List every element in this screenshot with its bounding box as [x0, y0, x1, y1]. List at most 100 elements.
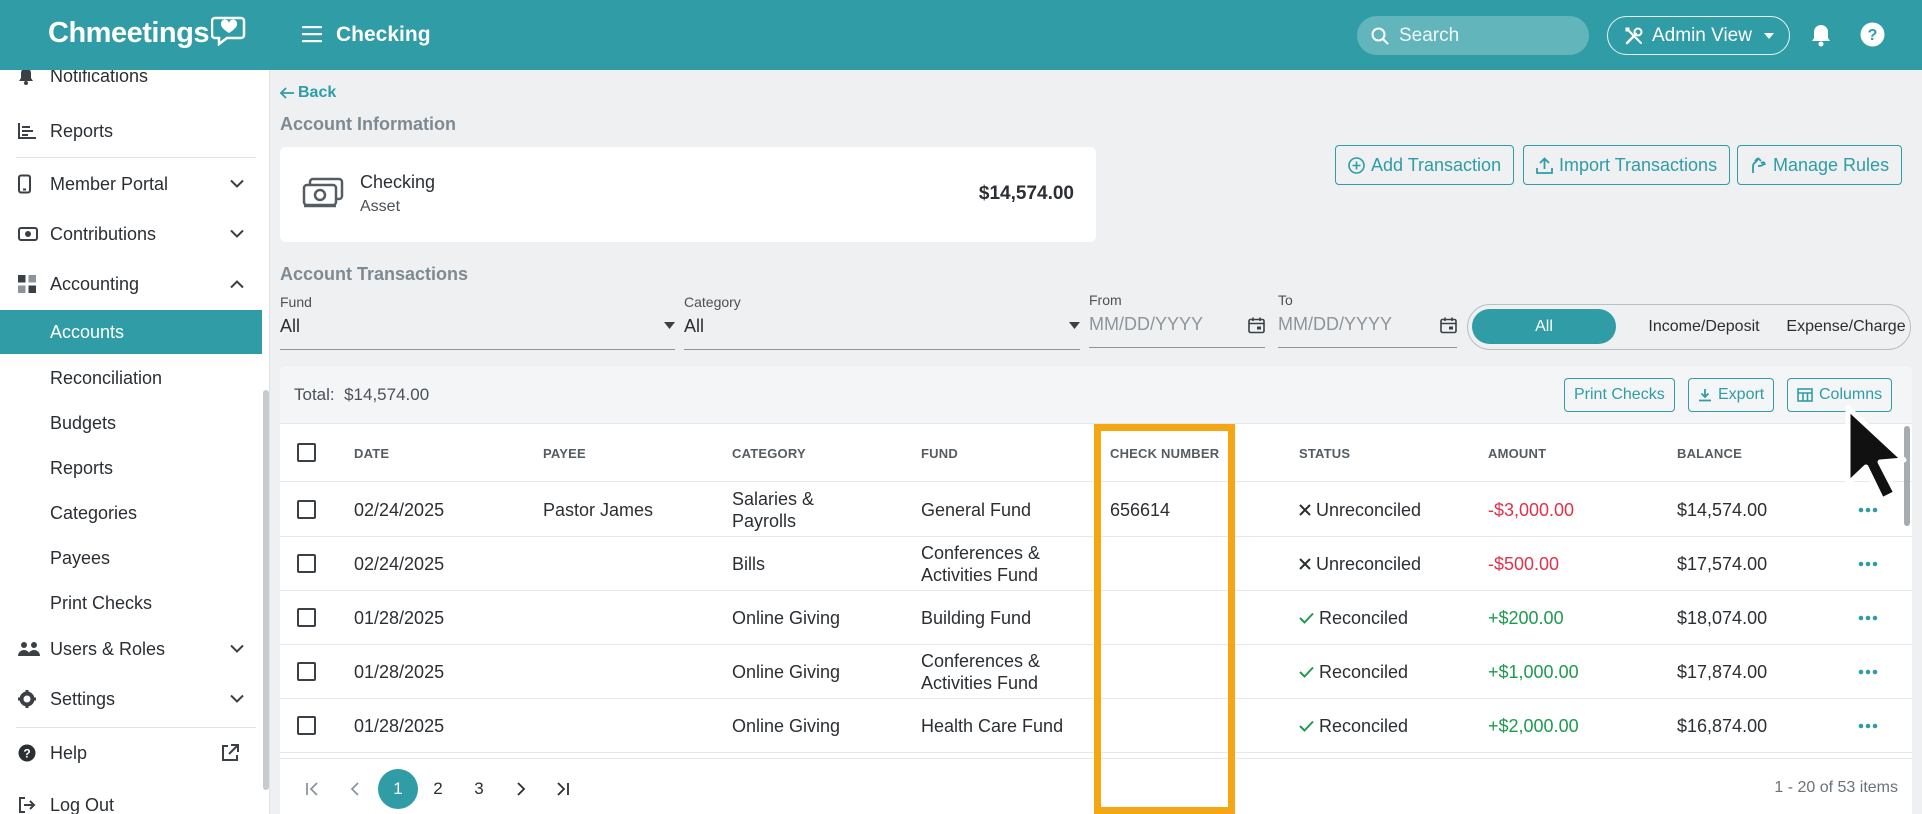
sidebar-item-label: Log Out — [50, 794, 115, 814]
sidebar-item-contributions[interactable]: Contributions — [0, 212, 262, 256]
sidebar-item-label: Member Portal — [50, 173, 169, 194]
sidebar-item-users-roles[interactable]: Users & Roles — [0, 627, 262, 671]
row-checkbox[interactable] — [297, 662, 316, 681]
external-link-icon — [222, 744, 239, 761]
column-header-payee[interactable]: PAYEE — [543, 446, 586, 461]
account-transactions-title: Account Transactions — [280, 264, 469, 284]
sidebar-item-member-portal[interactable]: Member Portal — [0, 162, 262, 206]
sidebar-sub-budgets[interactable]: Budgets — [0, 401, 262, 445]
table-row[interactable]: 02/24/2025 Pastor James Salaries & Payro… — [280, 483, 1912, 537]
more-options-icon[interactable] — [1858, 507, 1878, 513]
admin-view-dropdown[interactable]: Admin View — [1607, 16, 1790, 55]
sidebar-item-label: Users & Roles — [50, 638, 166, 659]
previous-page-button[interactable] — [335, 769, 375, 809]
chevron-down-icon — [230, 694, 244, 703]
column-header-amount[interactable]: AMOUNT — [1488, 446, 1546, 461]
toggle-option-expense-charge[interactable]: Expense/Charge — [1786, 305, 1906, 348]
top-bar: Chmeetings Checking Admin View ? — [0, 0, 1922, 70]
back-label: Back — [298, 84, 337, 101]
more-options-icon[interactable] — [1858, 723, 1878, 729]
sidebar-sub-accounts[interactable]: Accounts — [0, 310, 262, 354]
select-all-checkbox[interactable] — [297, 443, 316, 462]
cell-status: Reconciled — [1299, 715, 1408, 737]
more-options-icon[interactable] — [1858, 561, 1878, 567]
table-row[interactable]: 01/28/2025 Online Giving Conferences & A… — [280, 645, 1912, 699]
cell-status: Unreconciled — [1299, 553, 1421, 575]
sidebar-item-logout[interactable]: Log Out — [0, 783, 262, 814]
column-header-category[interactable]: CATEGORY — [732, 446, 806, 461]
toggle-option-income-deposit[interactable]: Income/Deposit — [1624, 305, 1784, 348]
manage-rules-button[interactable]: Manage Rules — [1737, 145, 1903, 185]
question-circle-icon: ? — [18, 744, 36, 762]
bell-icon — [19, 70, 33, 85]
app-logo[interactable]: Chmeetings — [48, 16, 247, 50]
sidebar-item-notifications[interactable]: Notifications — [0, 70, 262, 98]
more-options-icon[interactable] — [1858, 615, 1878, 621]
import-transactions-button[interactable]: Import Transactions — [1523, 145, 1731, 185]
bell-icon[interactable] — [1810, 23, 1832, 47]
row-checkbox[interactable] — [297, 554, 316, 573]
cell-fund: Conferences & Activities Fund — [921, 651, 1041, 693]
sidebar-sub-payees[interactable]: Payees — [0, 536, 262, 580]
account-name: Checking — [360, 172, 436, 192]
status-text: Unreconciled — [1316, 500, 1422, 520]
print-checks-button[interactable]: Print Checks — [1564, 378, 1675, 412]
column-header-fund[interactable]: FUND — [921, 446, 958, 461]
row-checkbox[interactable] — [297, 716, 316, 735]
add-transaction-button[interactable]: Add Transaction — [1335, 145, 1515, 185]
column-header-date[interactable]: DATE — [354, 446, 389, 461]
to-date-field[interactable]: To MM/DD/YYYY — [1278, 292, 1457, 348]
table-total: Total: $14,574.00 — [294, 385, 429, 405]
import-transactions-label: Import Transactions — [1559, 154, 1718, 175]
sidebar-item-settings[interactable]: Settings — [0, 677, 262, 721]
to-date-label: To — [1278, 292, 1293, 308]
sidebar-sub-reports[interactable]: Reports — [0, 446, 262, 490]
row-checkbox[interactable] — [297, 500, 316, 519]
logout-icon — [19, 797, 36, 813]
export-button[interactable]: Export — [1688, 378, 1775, 412]
help-circle-icon[interactable]: ? — [1860, 22, 1885, 47]
cell-balance: $16,874.00 — [1677, 716, 1768, 736]
first-page-button[interactable] — [292, 769, 332, 809]
table-row[interactable]: 01/28/2025 Online Giving Health Care Fun… — [280, 699, 1912, 753]
search-box[interactable] — [1357, 16, 1589, 55]
search-input[interactable] — [1399, 24, 1579, 47]
sidebar-sub-label: Payees — [50, 547, 111, 568]
sidebar: Notifications Reports Member Portal Cont… — [0, 70, 270, 814]
category-filter[interactable]: Category All — [684, 294, 1080, 350]
column-header-balance[interactable]: BALANCE — [1677, 446, 1742, 461]
page-button-3[interactable]: 3 — [459, 769, 499, 809]
cell-balance: $17,874.00 — [1677, 662, 1768, 682]
more-options-icon[interactable] — [1858, 669, 1878, 675]
row-checkbox[interactable] — [297, 608, 316, 627]
sidebar-sub-print-checks[interactable]: Print Checks — [0, 581, 262, 625]
cell-category: Online Giving — [732, 716, 841, 736]
sidebar-item-accounting[interactable]: Accounting — [0, 262, 262, 306]
hamburger-menu-icon[interactable] — [302, 25, 322, 43]
cell-date: 01/28/2025 — [354, 716, 445, 736]
users-icon — [18, 642, 40, 656]
column-header-check-number[interactable]: CHECK NUMBER — [1110, 446, 1219, 461]
sidebar-item-reports[interactable]: Reports — [0, 109, 262, 153]
fund-filter[interactable]: Fund All — [280, 294, 675, 350]
column-header-status[interactable]: STATUS — [1299, 446, 1350, 461]
page-button-1[interactable]: 1 — [378, 769, 418, 809]
toggle-option-all[interactable]: All — [1472, 309, 1616, 344]
caret-down-icon — [1763, 32, 1774, 39]
from-date-field[interactable]: From MM/DD/YYYY — [1089, 292, 1265, 348]
pagination: 1 2 3 1 - 20 of 53 items — [280, 758, 1912, 814]
calculator-icon — [18, 275, 36, 293]
cell-fund: Health Care Fund — [921, 716, 1064, 736]
account-card: Checking Asset $14,574.00 — [280, 147, 1096, 242]
sidebar-scrollbar[interactable] — [263, 390, 269, 790]
next-page-button[interactable] — [501, 769, 541, 809]
sidebar-sub-categories[interactable]: Categories — [0, 491, 262, 535]
last-page-button[interactable] — [543, 769, 583, 809]
sidebar-item-help[interactable]: ? Help — [0, 731, 262, 775]
page-button-2[interactable]: 2 — [418, 769, 458, 809]
table-row[interactable]: 02/24/2025 Bills Conferences & Activitie… — [280, 537, 1912, 591]
sidebar-sub-reconciliation[interactable]: Reconciliation — [0, 356, 262, 400]
table-row[interactable]: 01/28/2025 Online Giving Building Fund R… — [280, 591, 1912, 645]
page-title: Checking — [336, 23, 431, 46]
back-link[interactable]: Back — [280, 84, 336, 102]
